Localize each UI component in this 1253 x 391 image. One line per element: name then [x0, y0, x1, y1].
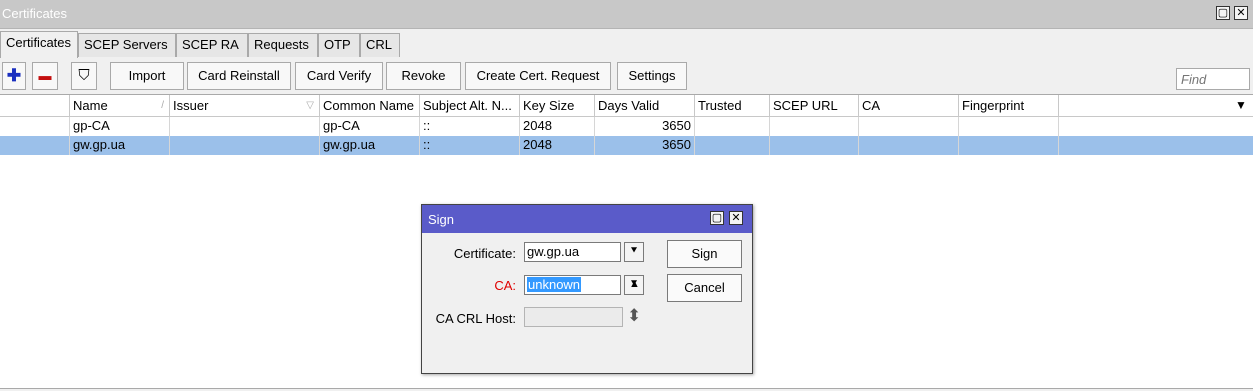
cell-scep-url [770, 117, 859, 136]
revoke-button[interactable]: Revoke [386, 62, 461, 90]
ca-crl-host-field[interactable] [524, 307, 623, 327]
sort-asc-icon: / [161, 100, 164, 111]
column-header-subject-alt-name[interactable]: Subject Alt. N... [420, 95, 520, 116]
column-header-issuer-label: Issuer [173, 98, 209, 113]
column-header-ca[interactable]: CA [859, 95, 959, 116]
import-button[interactable]: Import [110, 62, 184, 90]
cell-common-name: gw.gp.ua [320, 136, 420, 155]
filter-icon: ⛉ [78, 67, 90, 84]
window-title-bar: Certificates ▢ ✕ [0, 0, 1253, 29]
column-header-issuer[interactable]: Issuer ▽ [170, 95, 320, 116]
tab-otp[interactable]: OTP [318, 33, 360, 57]
dialog-close-icon[interactable]: ✕ [729, 211, 743, 225]
window-title: Certificates [2, 6, 68, 21]
certificate-field[interactable]: gw.gp.ua [524, 242, 621, 262]
cell-common-name: gp-CA [320, 117, 420, 136]
dialog-restore-icon[interactable]: ▢ [710, 211, 724, 225]
ca-label: CA: [494, 278, 516, 293]
sign-button[interactable]: Sign [667, 240, 742, 268]
tab-crl[interactable]: CRL [360, 33, 400, 57]
tab-requests[interactable]: Requests [248, 33, 318, 57]
cell-name: gw.gp.ua [70, 136, 170, 155]
find-input[interactable] [1181, 70, 1245, 88]
add-button[interactable]: ✚ [2, 62, 26, 90]
minus-icon: ▬ [38, 68, 52, 83]
ca-remove-icon[interactable]: ▲ [629, 278, 640, 290]
find-field[interactable] [1176, 68, 1250, 90]
close-icon[interactable]: ✕ [1234, 6, 1248, 20]
cell-ca [859, 117, 959, 136]
column-header-scep-url[interactable]: SCEP URL [770, 95, 859, 116]
dialog-title: Sign [428, 212, 455, 227]
cell-subject-alt-name: :: [420, 117, 520, 136]
cell-scep-url [770, 136, 859, 155]
certificate-dropdown-icon[interactable]: ⯆ [624, 242, 644, 262]
cell-fingerprint [959, 136, 1059, 155]
cell-fingerprint [959, 117, 1059, 136]
column-header-flags[interactable] [0, 95, 70, 116]
table-row-selected[interactable]: gw.gp.ua gw.gp.ua :: 2048 3650 [0, 136, 1253, 155]
remove-button[interactable]: ▬ [32, 62, 58, 90]
cell-key-size: 2048 [520, 136, 595, 155]
create-cert-request-button[interactable]: Create Cert. Request [465, 62, 611, 90]
column-header-common-name[interactable]: Common Name [320, 95, 420, 116]
settings-button[interactable]: Settings [617, 62, 687, 90]
ca-field[interactable]: unknown [524, 275, 621, 295]
cell-name: gp-CA [70, 117, 170, 136]
cell-key-size: 2048 [520, 117, 595, 136]
cell-trusted [695, 136, 770, 155]
tab-scep-servers[interactable]: SCEP Servers [78, 33, 176, 57]
sign-dialog: Sign ▢ ✕ Certificate: gw.gp.ua ⯆ CA: unk… [421, 204, 753, 374]
ca-crl-host-updown-icon[interactable]: ⬍ [627, 306, 641, 326]
column-header-key-size[interactable]: Key Size [520, 95, 595, 116]
ca-value-selected: unknown [527, 277, 582, 292]
table-row[interactable]: gp-CA gp-CA :: 2048 3650 [0, 117, 1253, 136]
column-header-trusted[interactable]: Trusted [695, 95, 770, 116]
plus-icon: ✚ [6, 66, 22, 85]
cell-ca [859, 136, 959, 155]
columns-menu-icon[interactable]: ▼ [1235, 98, 1247, 112]
column-header-days-valid[interactable]: Days Valid [595, 95, 695, 116]
cancel-button[interactable]: Cancel [667, 274, 742, 302]
table-header: Name / Issuer ▽ Common Name Subject Alt.… [0, 95, 1253, 117]
column-header-name-label: Name [73, 98, 108, 113]
card-verify-button[interactable]: Card Verify [295, 62, 383, 90]
cell-days-valid: 3650 [595, 136, 695, 155]
cell-days-valid: 3650 [595, 117, 695, 136]
cell-issuer [170, 117, 320, 136]
ca-crl-host-label: CA CRL Host: [435, 311, 516, 326]
cell-trusted [695, 117, 770, 136]
dialog-title-bar[interactable]: Sign ▢ ✕ [422, 205, 752, 233]
filter-mark-icon: ▽ [306, 100, 314, 111]
cell-subject-alt-name: :: [420, 136, 520, 155]
tab-scep-ra[interactable]: SCEP RA [176, 33, 248, 57]
restore-icon[interactable]: ▢ [1216, 6, 1230, 20]
filter-button[interactable]: ⛉ [71, 62, 97, 90]
card-reinstall-button[interactable]: Card Reinstall [187, 62, 291, 90]
column-header-name[interactable]: Name / [70, 95, 170, 116]
certificate-label: Certificate: [453, 246, 516, 261]
cell-flags [0, 117, 70, 136]
cell-issuer [170, 136, 320, 155]
column-header-filler [1059, 95, 1253, 116]
column-header-fingerprint[interactable]: Fingerprint [959, 95, 1059, 116]
cell-flags [0, 136, 70, 155]
toolbar: ✚ ▬ ⛉ Import Card Reinstall Card Verify … [0, 62, 1253, 92]
tab-certificates[interactable]: Certificates [0, 31, 78, 58]
